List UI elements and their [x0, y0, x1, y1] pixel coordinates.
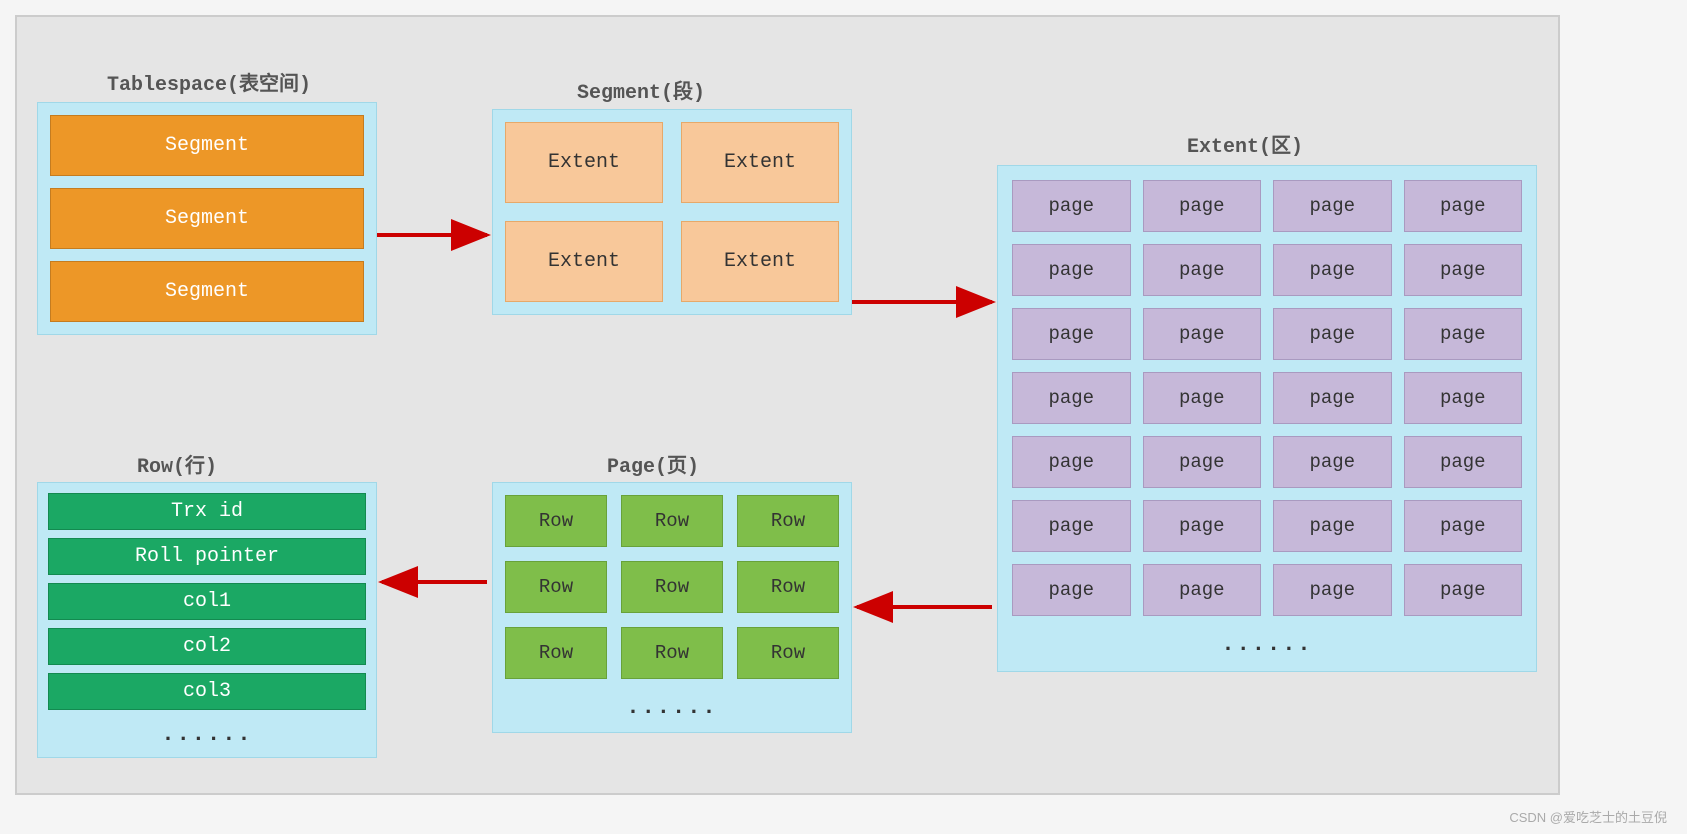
row-field-item: col2: [48, 628, 366, 665]
extent-title: Extent(区): [1187, 129, 1303, 159]
watermark: CSDN @爱吃芝士的土豆倪: [1509, 807, 1667, 826]
extent-page-item: page: [1404, 372, 1523, 424]
segment-container: ExtentExtentExtentExtent: [492, 109, 852, 315]
row-container: Trx id Roll pointer col1 col2 col3......: [37, 482, 377, 758]
page-container: Row Row Row Row Row Row Row Row Row ......: [492, 482, 852, 733]
page-ellipsis: ......: [505, 691, 839, 720]
page-row-item: Row: [737, 495, 839, 547]
page-row-item: Row: [621, 561, 723, 613]
extent-page-item: page: [1273, 308, 1392, 360]
extent-page-item: page: [1404, 244, 1523, 296]
extent-page-item: page: [1404, 500, 1523, 552]
extent-page-item: page: [1012, 372, 1131, 424]
extent-page-item: page: [1273, 500, 1392, 552]
extent-page-item: page: [1012, 436, 1131, 488]
extent-page-item: page: [1273, 564, 1392, 616]
segment-extent-item: Extent: [505, 221, 663, 302]
row-field-item: Roll pointer: [48, 538, 366, 575]
page-row-item: Row: [621, 627, 723, 679]
extent-page-item: page: [1143, 500, 1262, 552]
tablespace-segment-item: Segment: [50, 261, 364, 322]
row-field-item: col3: [48, 673, 366, 710]
page-row-item: Row: [737, 627, 839, 679]
page-row-item: Row: [505, 627, 607, 679]
row-field-item: Trx id: [48, 493, 366, 530]
extent-page-item: page: [1012, 244, 1131, 296]
extent-page-item: page: [1273, 436, 1392, 488]
extent-page-item: page: [1404, 308, 1523, 360]
tablespace-container: Segment Segment Segment: [37, 102, 377, 335]
extent-page-item: page: [1012, 564, 1131, 616]
tablespace-title: Tablespace(表空间): [107, 67, 311, 97]
row-grid: Row Row Row Row Row Row Row Row Row: [505, 495, 839, 679]
row-ellipsis: ......: [48, 718, 366, 747]
extent-page-item: page: [1012, 308, 1131, 360]
segment-extent-item: Extent: [681, 122, 839, 203]
extent-page-item: page: [1012, 180, 1131, 232]
segment-extent-item: Extent: [505, 122, 663, 203]
extent-page-item: page: [1273, 180, 1392, 232]
segment-extent-item: Extent: [681, 221, 839, 302]
extent-page-item: page: [1404, 180, 1523, 232]
page-row-item: Row: [621, 495, 723, 547]
extent-ellipsis: ......: [1012, 628, 1522, 657]
diagram-canvas: Tablespace(表空间) Segment Segment Segment Se…: [15, 15, 1560, 795]
page-title: Page(页): [607, 449, 699, 479]
page-row-item: Row: [505, 495, 607, 547]
page-row-item: Row: [737, 561, 839, 613]
row-field-item: col1: [48, 583, 366, 620]
extent-page-item: page: [1273, 372, 1392, 424]
extent-page-item: page: [1404, 436, 1523, 488]
extent-page-item: page: [1143, 564, 1262, 616]
extent-page-item: page: [1143, 180, 1262, 232]
page-grid: pagepagepagepagepagepagepagepagepagepage…: [1012, 180, 1522, 616]
extent-page-item: page: [1143, 436, 1262, 488]
extent-page-item: page: [1143, 308, 1262, 360]
extent-page-item: page: [1273, 244, 1392, 296]
extent-page-item: page: [1143, 244, 1262, 296]
tablespace-segment-item: Segment: [50, 115, 364, 176]
extent-page-item: page: [1012, 500, 1131, 552]
extent-page-item: page: [1143, 372, 1262, 424]
extent-page-item: page: [1404, 564, 1523, 616]
page-row-item: Row: [505, 561, 607, 613]
row-title: Row(行): [137, 449, 217, 479]
extent-container: pagepagepagepagepagepagepagepagepagepage…: [997, 165, 1537, 672]
segment-title: Segment(段): [577, 75, 705, 105]
tablespace-segment-item: Segment: [50, 188, 364, 249]
extent-grid: ExtentExtentExtentExtent: [505, 122, 839, 302]
